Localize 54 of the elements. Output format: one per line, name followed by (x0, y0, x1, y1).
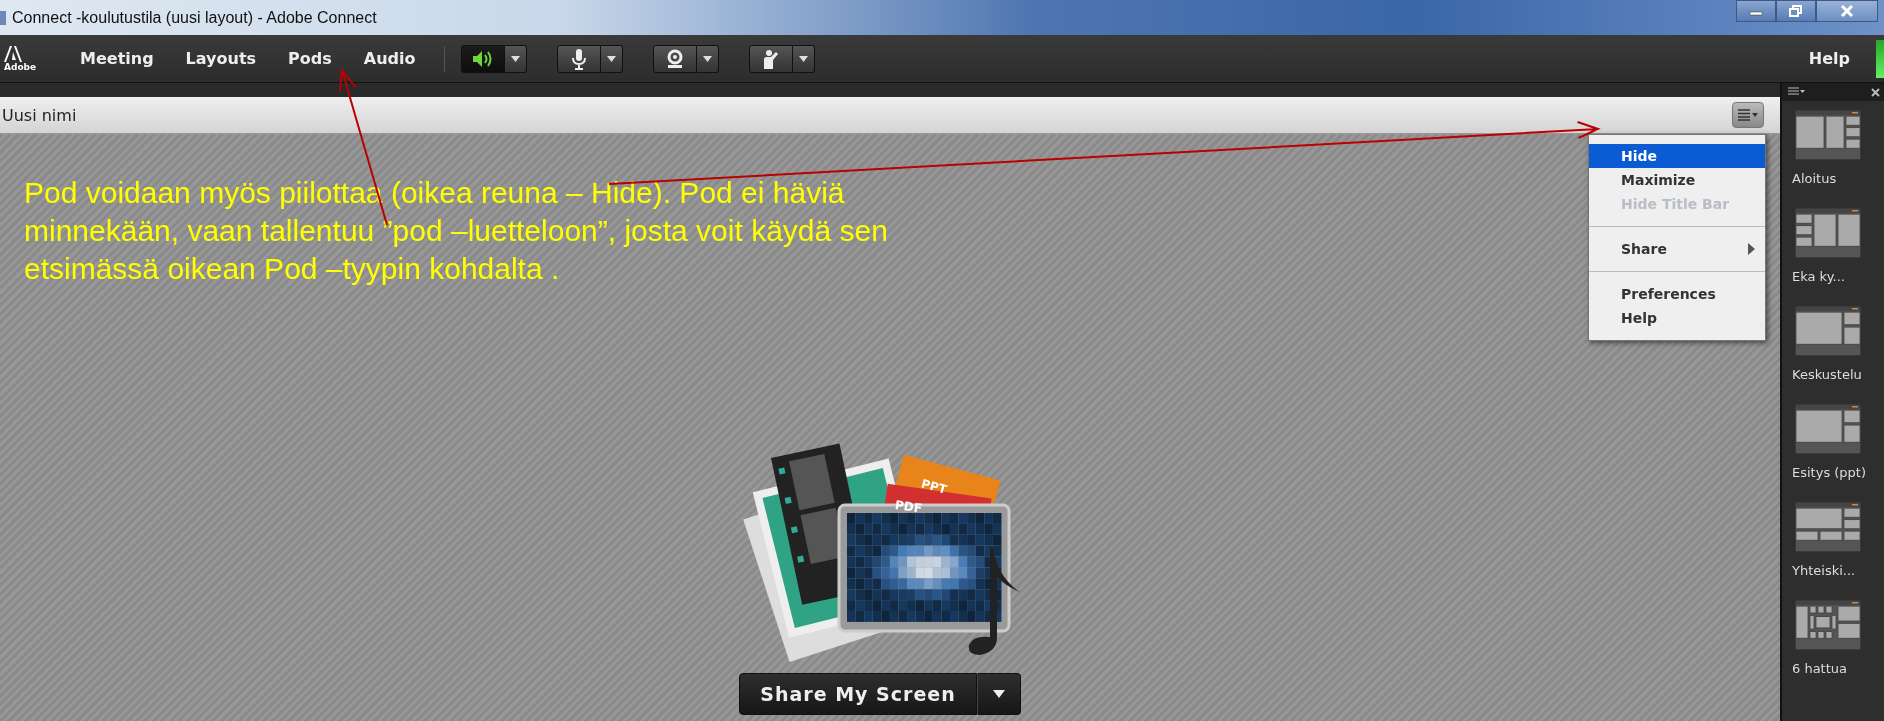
layout-thumbnail[interactable] (1794, 207, 1862, 259)
menu-item[interactable]: Meeting (64, 49, 170, 68)
layout-name: Keskustelu (1792, 367, 1862, 382)
dropdown-button[interactable] (792, 44, 815, 73)
toolbar-toggle-button[interactable] (748, 44, 793, 73)
toolbar-toggle-button[interactable] (652, 44, 697, 73)
layout-thumbnail[interactable] (1794, 599, 1862, 651)
dropdown-button[interactable] (976, 673, 1021, 715)
menu-caret-icon (1737, 109, 1759, 121)
layout-thumbnail[interactable] (1794, 109, 1862, 161)
caret-icon (798, 55, 808, 62)
layout-thumbnail[interactable] (1794, 305, 1862, 357)
layout-name: Esitys (ppt) (1792, 465, 1867, 480)
layout-name: Aloitus (1792, 171, 1837, 186)
menu-item[interactable]: Audio (347, 49, 432, 68)
pod-menu-button[interactable] (1732, 102, 1764, 128)
caret-icon (510, 55, 520, 62)
layout-name: Yhteiski... (1792, 563, 1856, 578)
share-my-screen-button[interactable]: Share My Screen (739, 673, 977, 715)
menu-icon[interactable] (1788, 87, 1806, 97)
menu-item[interactable]: Maximize (1589, 168, 1765, 192)
caret-icon (992, 690, 1005, 698)
status-indicator (1876, 39, 1884, 78)
menu-item[interactable]: Help (1589, 306, 1765, 330)
dropdown-button[interactable] (600, 44, 623, 73)
file-type-label: PDF (894, 498, 923, 516)
dropdown-button[interactable] (504, 44, 527, 73)
adobe-logo[interactable]: Adobe (0, 45, 64, 72)
submenu-arrow-icon (1748, 243, 1755, 255)
menu-item[interactable]: Preferences (1589, 282, 1765, 306)
help-menu-item[interactable]: Help (1792, 49, 1866, 68)
close-icon (1840, 5, 1854, 17)
close-icon[interactable] (1871, 87, 1880, 97)
menu-item[interactable]: Pods (272, 49, 348, 68)
toolbar-toggle-button[interactable] (460, 44, 505, 73)
menu-item[interactable]: Layouts (169, 49, 273, 68)
toolbar-toggle-button[interactable] (556, 44, 601, 73)
restore-button[interactable] (1776, 0, 1816, 22)
minimize-button[interactable] (1736, 0, 1776, 22)
app-icon (0, 10, 6, 25)
close-button[interactable] (1816, 0, 1878, 22)
menu-item[interactable]: Hide (1589, 144, 1765, 168)
window-title: Connect -koulutustila (uusi layout) - Adobe Connect (12, 8, 377, 27)
layout-name: Eka ky... (1792, 269, 1845, 284)
layout-thumbnail[interactable] (1794, 403, 1862, 455)
layout-thumbnail[interactable] (1794, 501, 1862, 553)
pod-title: Uusi nimi (2, 105, 77, 125)
restore-icon (1789, 5, 1803, 17)
caret-icon (606, 55, 616, 62)
layout-name: 6 hattua (1792, 661, 1847, 676)
file-type-label: PPT (919, 476, 949, 497)
menu-item[interactable]: Share (1589, 237, 1765, 261)
dropdown-button[interactable] (696, 44, 719, 73)
caret-icon (702, 55, 712, 62)
